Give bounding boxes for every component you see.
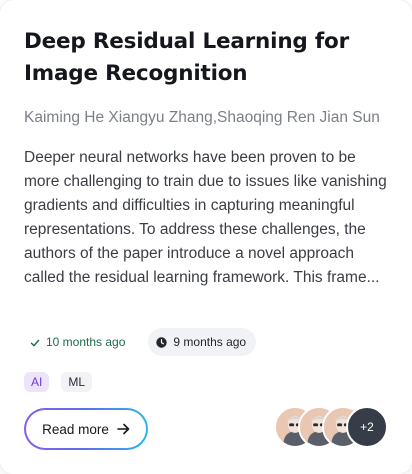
read-more-label: Read more xyxy=(42,421,109,437)
paper-abstract: Deeper neural networks have been proven … xyxy=(24,149,387,286)
contributor-avatars[interactable]: +2 xyxy=(274,406,388,448)
created-text: 9 months ago xyxy=(173,335,247,349)
read-more-button[interactable]: Read more xyxy=(24,408,148,450)
more-contributors-badge[interactable]: +2 xyxy=(346,406,388,448)
updated-text: 10 months ago xyxy=(46,335,126,349)
arrow-right-icon xyxy=(117,423,130,435)
tag-ml[interactable]: ML xyxy=(61,372,93,392)
created-badge: 9 months ago xyxy=(148,328,257,356)
paper-card: Deep Residual Learning for Image Recogni… xyxy=(0,0,412,474)
clock-icon xyxy=(156,336,168,348)
updated-badge: 10 months ago xyxy=(24,328,135,356)
tag-list: AI ML xyxy=(24,372,93,392)
paper-authors: Kaiming He Xiangyu Zhang,Shaoqing Ren Ji… xyxy=(24,109,380,126)
paper-title[interactable]: Deep Residual Learning for Image Recogni… xyxy=(24,26,394,89)
read-more-button-inner: Read more xyxy=(26,410,146,448)
meta-row: 10 months ago 9 months ago xyxy=(24,328,257,356)
check-icon xyxy=(30,337,40,347)
tag-ai[interactable]: AI xyxy=(24,372,50,392)
